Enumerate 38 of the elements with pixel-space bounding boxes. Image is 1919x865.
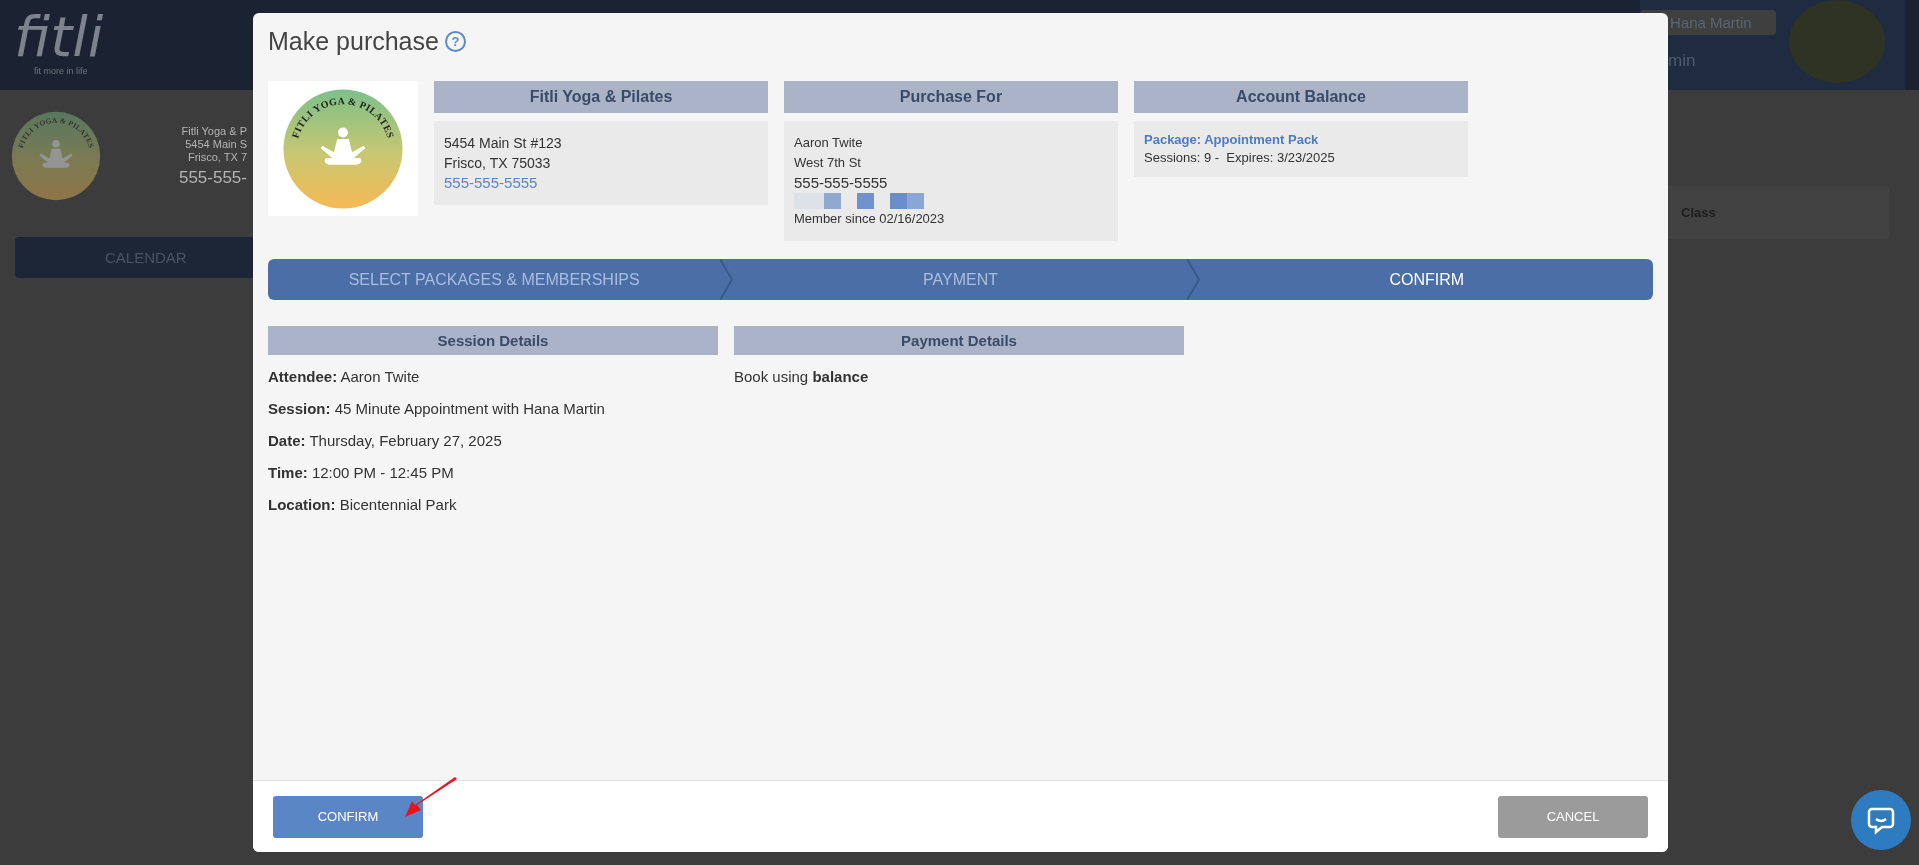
address-line: 5454 Main St #123: [444, 134, 562, 153]
section-heading: Session Details: [268, 326, 718, 355]
chevron-icon: [720, 259, 735, 300]
detail-line: Time: 12:00 PM - 12:45 PM: [268, 463, 455, 483]
annotation-arrow: [403, 777, 459, 819]
help-icon[interactable]: ?: [444, 31, 466, 52]
payment-method: Book using balance: [734, 367, 870, 387]
sessions-expiry: Sessions: 9 - Expires: 3/23/2025: [1144, 149, 1335, 167]
dialog-title: Make purchase: [268, 27, 439, 56]
detail-line: Location: Bicentennial Park: [268, 495, 458, 515]
detail-line: Attendee: Aaron Twite: [268, 367, 421, 387]
cancel-button[interactable]: CANCEL: [1498, 795, 1648, 838]
tagline: fit more in life: [34, 66, 89, 76]
phone-link[interactable]: 555-555-5555: [444, 173, 538, 193]
package-link[interactable]: Package: Appointment Pack: [1144, 131, 1319, 149]
address-line: Frisco, TX 75033: [444, 154, 551, 173]
chevron-icon: [1186, 259, 1201, 300]
detail-line: Session: 45 Minute Appointment with Hana Martin: [268, 399, 606, 419]
studio-address-line: 5454 Main S: [184, 137, 247, 151]
column-heading: Account Balance: [1134, 81, 1468, 113]
member-since: Member since 02/16/2023: [794, 210, 945, 228]
confirm-button[interactable]: CONFIRM: [273, 795, 423, 838]
wizard-step: SELECT PACKAGES & MEMBERSHIPS: [268, 259, 721, 300]
customer-street: West 7th St: [794, 154, 861, 172]
studio-address-line: Fitli Yoga & P: [180, 124, 247, 138]
column-heading: Fitli Yoga & Pilates: [434, 81, 768, 113]
section-heading: Payment Details: [734, 326, 1184, 355]
studio-address-line: Frisco, TX 7: [186, 150, 247, 164]
app-logo[interactable]: fitli: [14, 8, 104, 66]
customer-name: Aaron Twite: [794, 134, 863, 152]
customer-phone: 555-555-5555: [794, 173, 888, 193]
column-heading: Purchase For: [784, 81, 1118, 113]
wizard-step: PAYMENT: [734, 259, 1187, 300]
studio-phone: 555-555-: [178, 167, 247, 188]
detail-line: Date: Thursday, February 27, 2025: [268, 431, 503, 451]
wizard-step: CONFIRM: [1200, 259, 1653, 300]
chat-button[interactable]: [1851, 790, 1911, 850]
chat-icon: [1866, 805, 1896, 835]
